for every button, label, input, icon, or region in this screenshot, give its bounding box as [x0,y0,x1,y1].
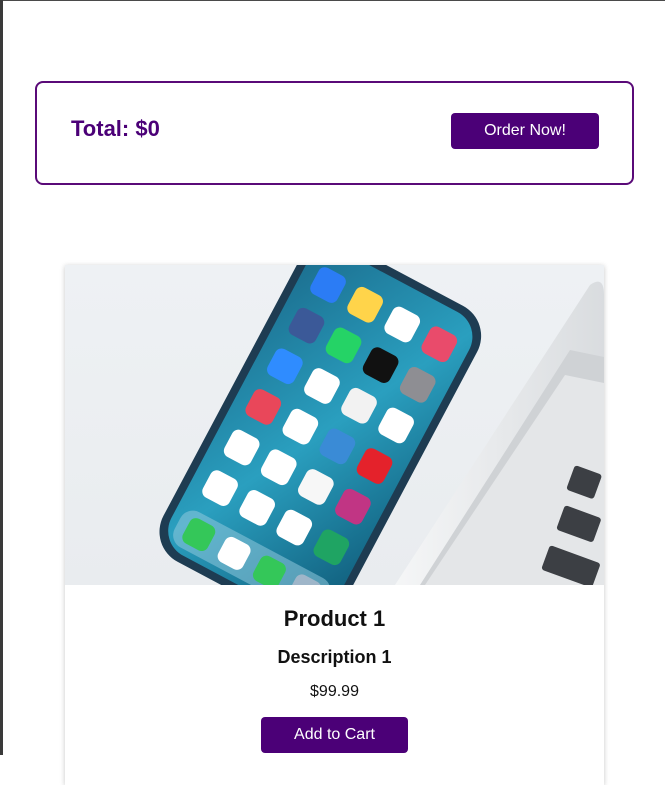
product-image [65,265,604,585]
add-to-cart-button[interactable]: Add to Cart [261,717,408,753]
cart-total: Total: $0 [71,115,160,141]
product-price: $99.99 [310,683,359,700]
product-description: Description 1 [277,647,392,667]
product-title: Product 1 [283,606,386,631]
cart-summary: Total: $0 Order Now! [35,81,634,185]
product-info: Product 1 Description 1 $99.99 Add to Ca… [65,605,604,753]
window-top-edge [0,0,665,1]
order-now-button[interactable]: Order Now! [451,112,599,149]
product-card: Product 1 Description 1 $99.99 Add to Ca… [65,265,604,785]
window-left-edge [0,0,3,755]
smartphone-photo-illustration [159,265,604,585]
